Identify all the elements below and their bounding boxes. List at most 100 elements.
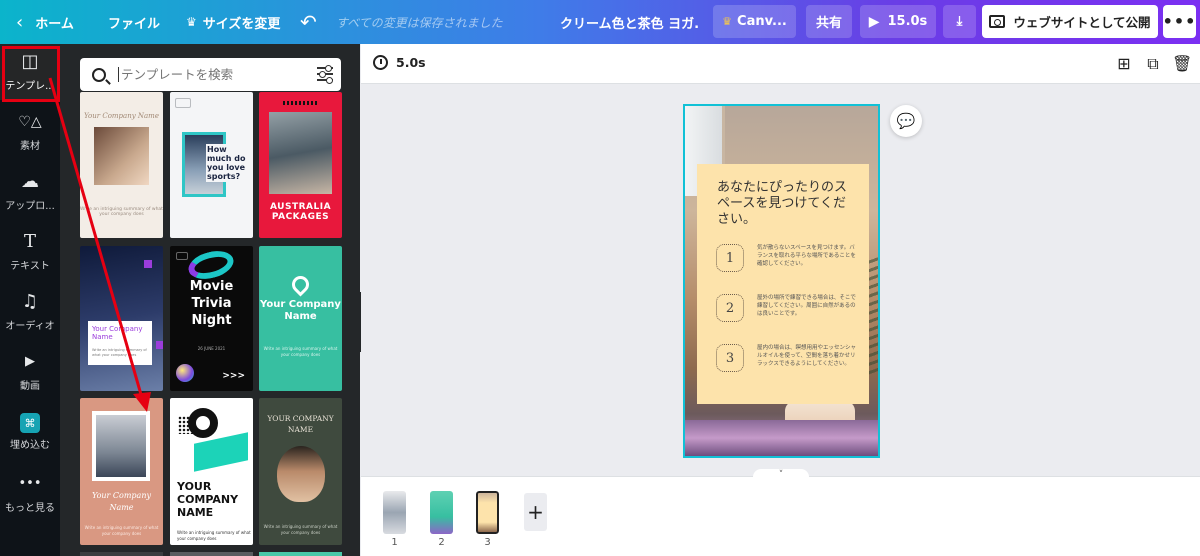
template-thumbnail[interactable]: YOUR COMPANY NAME Write an intriguing su… <box>259 398 342 545</box>
duplicate-page-icon[interactable]: ⧉ <box>1143 55 1163 73</box>
template-thumbnail[interactable]: AUSTRALIA PACKAGES <box>259 92 342 238</box>
template-text: Your Company Name <box>92 325 143 341</box>
template-search[interactable] <box>80 58 341 91</box>
rail-label: アップロ... <box>5 201 55 212</box>
rail-item-uploads[interactable]: ☁ アップロ... <box>0 164 60 220</box>
location-pin-icon <box>288 272 313 297</box>
template-text: >>> <box>222 371 245 381</box>
rail-item-text[interactable]: T テキスト <box>0 224 60 280</box>
editor-header: 5.0s ⊞ ⧉ 🗑 <box>361 44 1200 84</box>
page-thumbnail-2[interactable] <box>430 491 453 534</box>
page-number: 1 <box>391 537 398 548</box>
play-button[interactable]: ▶ 15.0s <box>860 5 936 38</box>
step-number: 2 <box>716 294 744 322</box>
home-button[interactable]: ‹ ホーム <box>16 0 74 44</box>
publish-label: ウェブサイトとして公開 <box>1013 15 1151 30</box>
template-thumbnail[interactable] <box>80 552 163 556</box>
template-text: YOUR COMPANY NAME <box>177 480 239 519</box>
side-rail: ◫ テンプレ... ♡△ 素材 ☁ アップロ... T テキスト ♫ オーディオ… <box>0 44 60 556</box>
shapes-icon: ♡△ <box>18 114 42 130</box>
page-timer-button[interactable]: 5.0s <box>373 55 426 70</box>
resize-button[interactable]: ♛ サイズを変更 <box>186 0 280 44</box>
publish-website-button[interactable]: ウェブサイトとして公開 <box>982 5 1158 38</box>
video-badge-icon <box>175 98 191 108</box>
template-thumbnail[interactable]: How much do you love sports? <box>170 92 253 238</box>
template-thumbnail[interactable]: Movie Trivia Night 26 JUNE 2021 >>> <box>170 246 253 391</box>
download-button[interactable]: ⤓ <box>943 5 976 38</box>
pages-bar-toggle[interactable]: ˅ <box>753 469 809 480</box>
cloud-upload-icon: ☁ <box>21 171 39 192</box>
document-title[interactable]: クリーム色と茶色 ヨガ... <box>560 0 700 44</box>
templates-panel: Your Company Name Write an intriguing su… <box>60 44 360 556</box>
step-number: 3 <box>716 344 744 372</box>
page-thumbnail-1[interactable] <box>383 491 406 534</box>
filter-icon[interactable] <box>317 65 333 84</box>
play-icon: ▶ <box>868 13 880 30</box>
video-badge-icon <box>176 252 188 260</box>
template-search-input[interactable] <box>118 67 298 82</box>
template-thumbnail[interactable]: YOUR COMPANY NAME Write an intriguing su… <box>170 398 253 545</box>
page-number: 3 <box>484 537 491 548</box>
template-decoration <box>156 341 163 349</box>
search-icon <box>92 67 106 82</box>
canva-pro-button[interactable]: ♛ Canv... <box>713 5 796 38</box>
design-page[interactable]: あなたにぴったりのスペースを見つけてください。 1 気が散らないスペースを見つけ… <box>683 104 880 458</box>
more-options-button[interactable]: ••• <box>1163 5 1196 38</box>
add-page-icon[interactable]: ⊞ <box>1114 55 1134 73</box>
pages-bar: ˅ 1 2 3 + <box>361 469 1200 556</box>
more-dots-icon: ••• <box>18 476 42 491</box>
template-decoration <box>194 432 248 472</box>
page-number: 2 <box>438 537 445 548</box>
stopwatch-icon <box>373 55 388 70</box>
rail-label: もっと見る <box>5 503 55 514</box>
template-text: Write an intriguing summary of what your… <box>92 348 147 357</box>
step-number: 1 <box>716 244 744 272</box>
template-text: Write an intriguing summary of what your… <box>263 524 338 535</box>
page-thumbnail-3[interactable] <box>475 490 500 535</box>
crown-icon: ♛ <box>186 15 197 29</box>
crown-icon: ♛ <box>722 15 733 28</box>
rail-label: テキスト <box>10 261 50 272</box>
undo-icon[interactable]: ↶ <box>300 0 317 44</box>
step-text: 気が散らないスペースを見つけます。バランスを取れる平らな場所であることを確認して… <box>757 245 856 267</box>
card-title[interactable]: あなたにぴったりのスペースを見つけてください。 <box>717 180 855 228</box>
delete-page-icon[interactable]: 🗑 <box>1172 55 1192 73</box>
template-text: Your Company Name <box>260 299 341 322</box>
template-text: Write an intriguing summary of what your… <box>84 525 159 536</box>
template-thumbnail[interactable] <box>259 552 342 556</box>
template-decoration <box>188 408 218 438</box>
add-page-button[interactable]: + <box>524 493 547 531</box>
rail-label: 動画 <box>20 381 40 392</box>
template-thumbnail[interactable]: Your Company Name Write an intriguing su… <box>80 398 163 545</box>
download-icon: ⤓ <box>956 14 963 29</box>
top-toolbar: ‹ ホーム ファイル ♛ サイズを変更 ↶ すべての変更は保存されました クリー… <box>0 0 1200 44</box>
template-decoration <box>144 260 152 268</box>
step-text: 屋外の場所で練習できる場合は、そこで練習してください。周囲に自然があるのは良いこ… <box>757 295 856 317</box>
rail-item-more[interactable]: ••• もっと見る <box>0 466 60 522</box>
template-thumbnail[interactable]: Your Company Name Write an intriguing su… <box>259 246 342 391</box>
template-text: Write an intriguing summary of what your… <box>263 346 338 357</box>
template-text: Movie Trivia Night <box>189 279 234 328</box>
template-photo <box>277 446 325 502</box>
template-text: AUSTRALIA PACKAGES <box>269 202 332 222</box>
template-text: How much do you love sports? <box>206 144 253 182</box>
add-comment-button[interactable]: 💬 <box>890 105 922 137</box>
info-card[interactable]: あなたにぴったりのスペースを見つけてください。 1 気が散らないスペースを見つけ… <box>697 164 869 404</box>
share-button[interactable]: 共有 <box>806 5 852 38</box>
rail-item-elements[interactable]: ♡△ 素材 <box>0 104 60 160</box>
template-thumbnail[interactable]: Your Company Name Write an intriguing su… <box>80 92 163 238</box>
template-thumbnail[interactable] <box>170 552 253 556</box>
template-photo <box>92 411 150 481</box>
rail-item-video[interactable]: ▶ 動画 <box>0 344 60 400</box>
template-thumbnail[interactable]: Your Company Name Write an intriguing su… <box>80 246 163 391</box>
resize-label: サイズを変更 <box>202 16 281 32</box>
canvas-area: あなたにぴったりのスペースを見つけてください。 1 気が散らないスペースを見つけ… <box>361 85 1200 475</box>
rail-item-audio[interactable]: ♫ オーディオ <box>0 284 60 340</box>
annotation-highlight-box <box>2 46 60 102</box>
save-status: すべての変更は保存されました <box>336 15 503 30</box>
file-menu[interactable]: ファイル <box>108 0 160 44</box>
rail-item-embed[interactable]: ⌘ 埋め込む <box>0 404 60 460</box>
step-text: 屋内の場合は、瞑想用用やエッセンシャルオイルを使って、空間を落ち着かせリラックス… <box>757 345 857 367</box>
template-text: Your Company Name <box>84 112 159 120</box>
text-icon: T <box>23 231 36 252</box>
